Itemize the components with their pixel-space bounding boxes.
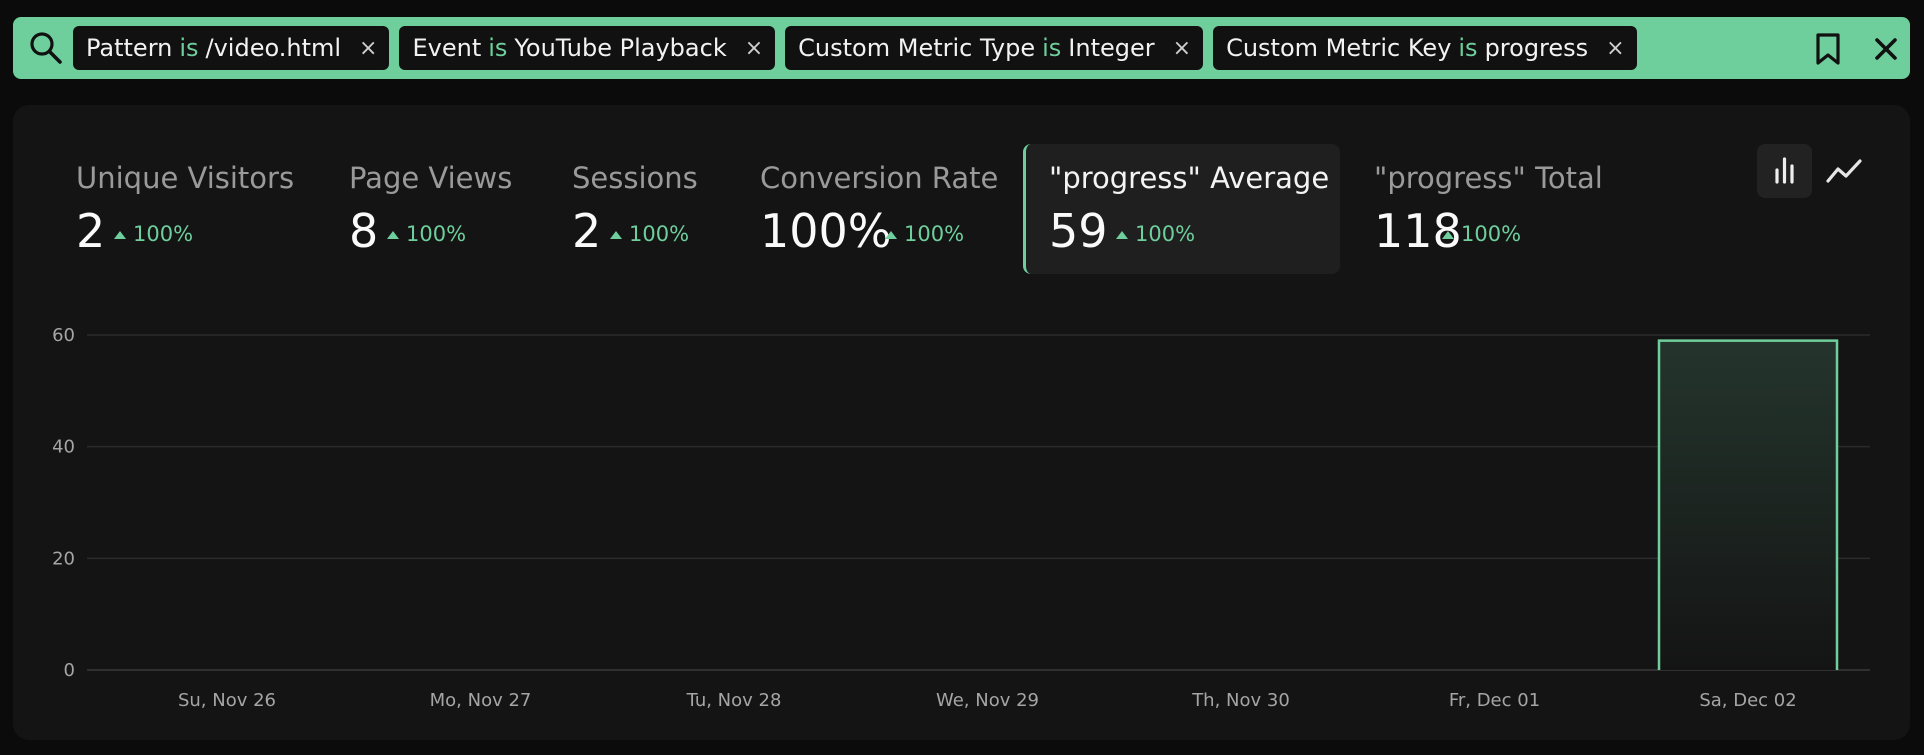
bar-chart: 0 20 40 60 Su, Nov 26 Mo, Nov 27 Tu, Nov 28 We,… [52, 325, 1870, 711]
x-tick-label: Sa, Dec 02 [1699, 690, 1796, 711]
x-tick-label: Fr, Dec 01 [1449, 690, 1540, 711]
x-tick-label: We, Nov 29 [936, 690, 1039, 711]
bar[interactable] [1659, 340, 1837, 670]
x-tick-label: Su, Nov 26 [178, 690, 276, 711]
y-tick-label: 60 [52, 325, 75, 346]
y-tick-label: 20 [52, 548, 75, 569]
y-tick-label: 0 [64, 660, 75, 681]
x-tick-label: Th, Nov 30 [1191, 690, 1290, 711]
x-tick-label: Mo, Nov 27 [430, 690, 532, 711]
y-tick-label: 40 [52, 437, 75, 458]
x-tick-label: Tu, Nov 28 [686, 690, 782, 711]
